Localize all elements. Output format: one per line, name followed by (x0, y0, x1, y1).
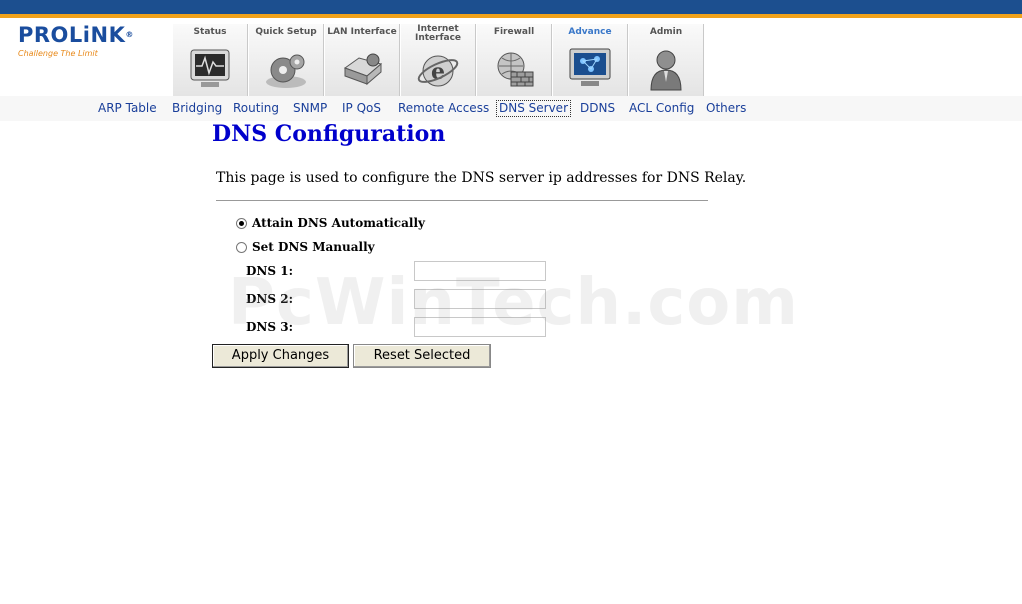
logo-slogan: Challenge The Limit (18, 49, 98, 58)
main-tabs: Status Quick Setup LAN Interface Interne… (172, 24, 704, 96)
gears-icon (266, 54, 306, 88)
tab-status[interactable]: Status (172, 24, 248, 96)
divider (216, 200, 708, 201)
dns2-label: DNS 2: (246, 292, 293, 306)
tab-advance[interactable]: Advance (552, 24, 628, 96)
network-monitor-icon (569, 48, 611, 86)
attain-dns-auto-radio[interactable] (236, 217, 247, 229)
reset-selected-button[interactable]: Reset Selected (353, 344, 491, 368)
tab-internet-interface[interactable]: Internet Interface e (400, 24, 476, 96)
dns2-field[interactable] (414, 289, 546, 309)
firewall-globe-icon (497, 52, 534, 87)
apply-changes-button[interactable]: Apply Changes (212, 344, 349, 368)
tab-lan-interface[interactable]: LAN Interface (324, 24, 400, 96)
subnav-bridging[interactable]: Bridging (172, 101, 222, 116)
subnav-arp-table[interactable]: ARP Table (98, 101, 157, 116)
tab-quick-setup-label: Quick Setup (255, 27, 317, 37)
page-description: This page is used to configure the DNS s… (216, 170, 747, 186)
monitor-pulse-icon (190, 49, 230, 87)
admin-user-icon (650, 50, 682, 91)
tab-admin-label: Admin (649, 27, 683, 37)
internet-explorer-icon: e (417, 55, 459, 87)
drive-icon (343, 53, 383, 86)
dns3-label: DNS 3: (246, 320, 293, 334)
set-dns-manual-option[interactable]: Set DNS Manually (236, 240, 375, 254)
subnav-dns-server[interactable]: DNS Server (496, 100, 571, 117)
logo-name: PROLiNK (18, 23, 126, 47)
logo-registered: ® (125, 30, 134, 39)
prolink-logo: PROLiNK® Challenge The Limit (18, 24, 168, 64)
dns3-field[interactable] (414, 317, 546, 337)
set-dns-manual-label: Set DNS Manually (252, 240, 375, 254)
page-title: DNS Configuration (212, 121, 446, 147)
sub-navigation: ARP Table Bridging Routing SNMP IP QoS R… (0, 96, 1022, 121)
attain-dns-auto-option[interactable]: Attain DNS Automatically (236, 216, 425, 230)
tab-quick-setup[interactable]: Quick Setup (248, 24, 324, 96)
dns1-label: DNS 1: (246, 264, 293, 278)
subnav-others[interactable]: Others (706, 101, 746, 116)
tab-admin[interactable]: Admin (628, 24, 704, 96)
top-bar (0, 0, 1022, 14)
tab-internet-interface-label: Internet Interface (414, 24, 462, 43)
tab-lan-interface-label: LAN Interface (327, 27, 397, 37)
attain-dns-auto-label: Attain DNS Automatically (252, 216, 425, 230)
subnav-remote-access[interactable]: Remote Access (398, 101, 489, 116)
subnav-routing[interactable]: Routing (233, 101, 279, 116)
set-dns-manual-radio[interactable] (236, 241, 247, 253)
subnav-ip-qos[interactable]: IP QoS (342, 101, 381, 116)
subnav-snmp[interactable]: SNMP (293, 101, 327, 116)
subnav-ddns[interactable]: DDNS (580, 101, 615, 116)
tab-firewall-label: Firewall (493, 27, 535, 37)
tab-status-label: Status (193, 27, 227, 37)
subnav-acl-config[interactable]: ACL Config (629, 101, 694, 116)
tab-firewall[interactable]: Firewall (476, 24, 552, 96)
dns1-field[interactable] (414, 261, 546, 281)
tab-advance-label: Advance (568, 27, 612, 37)
